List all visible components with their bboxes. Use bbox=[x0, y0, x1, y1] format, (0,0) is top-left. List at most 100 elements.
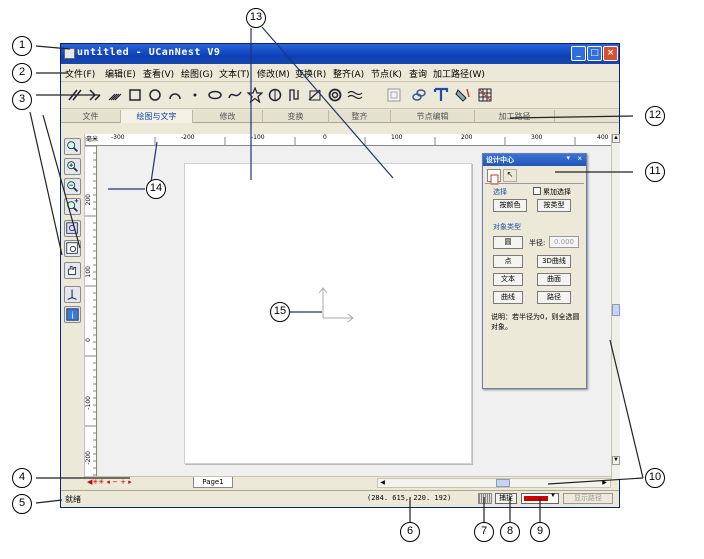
menu-draw[interactable]: 绘图(G) bbox=[181, 67, 213, 80]
menu-edit[interactable]: 编辑(E) bbox=[105, 67, 136, 80]
show-path-button[interactable]: 显示路径 bbox=[563, 493, 613, 504]
menu-align[interactable]: 整齐(A) bbox=[333, 67, 364, 80]
callout-15: 15 bbox=[270, 302, 290, 322]
path-type-button[interactable]: 路径 bbox=[537, 291, 571, 304]
tab-machining-path[interactable]: 加工路径 bbox=[475, 110, 555, 123]
zoom-page-icon[interactable] bbox=[64, 240, 81, 257]
multi-line-icon[interactable] bbox=[107, 87, 123, 103]
design-center-panel: 设计中心 ▾ × ↖ 选择 累加选择 按颜色 按类型 对象类型 圆 半径: 0.… bbox=[482, 153, 587, 389]
pointer-tab-icon[interactable]: ↖ bbox=[503, 169, 517, 182]
spiral2-icon[interactable] bbox=[327, 87, 343, 103]
menu-node[interactable]: 节点(K) bbox=[371, 67, 402, 80]
curve-icon[interactable] bbox=[227, 87, 243, 103]
scroll-down-icon[interactable]: ▼ bbox=[612, 456, 620, 465]
tab-node-edit[interactable]: 节点编辑 bbox=[391, 110, 475, 123]
grid-icon[interactable] bbox=[477, 87, 493, 103]
ruler-label: 300 bbox=[531, 134, 543, 141]
zoom-fit-icon[interactable] bbox=[64, 220, 81, 237]
text-tool-icon[interactable] bbox=[433, 87, 449, 103]
minimize-button[interactable]: _ bbox=[571, 46, 586, 61]
menu-view[interactable]: 查看(V) bbox=[143, 67, 174, 80]
page-sheet[interactable] bbox=[184, 163, 472, 464]
page-nav-icons[interactable]: ◀✳✳ ◂ − + ▸ bbox=[87, 478, 132, 486]
panel-close-icon[interactable]: × bbox=[577, 154, 582, 163]
color-dropdown[interactable]: ▼ bbox=[521, 493, 559, 504]
zoom-plus-icon[interactable] bbox=[64, 198, 81, 215]
maximize-button[interactable]: □ bbox=[587, 46, 602, 61]
tab-modify[interactable]: 修改 bbox=[193, 110, 263, 123]
ellipse-icon[interactable] bbox=[207, 87, 223, 103]
horizontal-scrollbar[interactable]: ◀ ▶ bbox=[377, 478, 611, 488]
add-select-label: 累加选择 bbox=[543, 188, 571, 196]
title-bar[interactable]: untitled - UCanNest V9 _ □ × bbox=[61, 44, 619, 64]
status-ready: 就绪 bbox=[65, 495, 81, 504]
arc-tool-icon[interactable] bbox=[87, 87, 103, 103]
view-toolbar: i bbox=[61, 134, 85, 479]
point-icon[interactable] bbox=[187, 87, 203, 103]
menu-transform[interactable]: 变换(R) bbox=[295, 67, 326, 80]
scroll-right-icon[interactable]: ▶ bbox=[600, 479, 609, 487]
status-bar: 就绪 (284. 615, 220. 192) 捕捉 ▼ 显示路径 bbox=[61, 490, 619, 506]
vertical-scrollbar[interactable]: ▲ ▼ bbox=[611, 134, 620, 479]
link-icon[interactable] bbox=[411, 87, 427, 103]
text-type-button[interactable]: 文本 bbox=[493, 273, 523, 286]
window-title: untitled - UCanNest V9 bbox=[77, 47, 221, 58]
frame-icon[interactable] bbox=[386, 87, 402, 103]
callout-6: 6 bbox=[400, 522, 420, 542]
ruler-label: 0 bbox=[85, 338, 92, 342]
menu-modify[interactable]: 修改(M) bbox=[257, 67, 290, 80]
tab-file[interactable]: 文件 bbox=[61, 110, 121, 123]
fill-icon[interactable] bbox=[455, 87, 471, 103]
callout-8: 8 bbox=[500, 522, 520, 542]
scroll-left-icon[interactable]: ◀ bbox=[378, 479, 387, 487]
menu-machining-path[interactable]: 加工路径(W) bbox=[433, 67, 485, 80]
menu-query[interactable]: 查询 bbox=[409, 67, 427, 80]
zoom-window-icon[interactable] bbox=[64, 138, 81, 155]
ruler-label: 200 bbox=[461, 134, 473, 141]
callout-9: 9 bbox=[530, 522, 550, 542]
close-button[interactable]: × bbox=[603, 46, 618, 61]
scroll-up-icon[interactable]: ▲ bbox=[612, 134, 620, 143]
add-select-checkbox[interactable] bbox=[533, 187, 541, 195]
arc-icon[interactable] bbox=[167, 87, 183, 103]
radius-input[interactable]: 0.000 bbox=[549, 236, 579, 248]
snap-button[interactable]: 捕捉 bbox=[495, 493, 517, 504]
origin-icon[interactable] bbox=[64, 286, 81, 303]
info-icon[interactable]: i bbox=[64, 306, 81, 323]
tab-align[interactable]: 整齐 bbox=[329, 110, 391, 123]
curve3d-type-button[interactable]: 3D曲线 bbox=[537, 255, 571, 268]
panel-title-text: 设计中心 bbox=[486, 156, 514, 164]
bezier-icon[interactable] bbox=[307, 87, 323, 103]
pan-hand-icon[interactable] bbox=[64, 262, 81, 279]
ruler-label: -100 bbox=[85, 396, 92, 410]
spiral-icon[interactable] bbox=[287, 87, 303, 103]
vertical-scroll-thumb[interactable] bbox=[612, 304, 620, 316]
menu-file[interactable]: 文件(F) bbox=[65, 67, 95, 80]
by-type-button[interactable]: 按类型 bbox=[537, 199, 571, 212]
grid-toggle-icon[interactable] bbox=[478, 493, 492, 504]
callout-14: 14 bbox=[146, 179, 166, 199]
panel-menu-icon[interactable]: ▾ bbox=[566, 154, 570, 162]
tab-draw-text[interactable]: 绘图与文字 bbox=[121, 110, 193, 123]
line-tool-icon[interactable] bbox=[67, 87, 83, 103]
star-icon[interactable] bbox=[247, 87, 263, 103]
tab-transform[interactable]: 变换 bbox=[263, 110, 329, 123]
horizontal-scroll-thumb[interactable] bbox=[496, 479, 510, 487]
curve-type-button[interactable]: 曲线 bbox=[493, 291, 523, 304]
callout-4: 4 bbox=[12, 468, 32, 488]
rectangle-icon[interactable] bbox=[127, 87, 143, 103]
circle-type-button[interactable]: 圆 bbox=[493, 236, 523, 249]
menu-text[interactable]: 文本(T) bbox=[219, 67, 250, 80]
polygon-icon[interactable] bbox=[267, 87, 283, 103]
zoom-in-icon[interactable] bbox=[64, 158, 81, 175]
coordinates-readout: (284. 615, 220. 192) bbox=[367, 494, 452, 502]
wave-icon[interactable] bbox=[347, 87, 363, 103]
select-tab-icon[interactable] bbox=[487, 169, 501, 185]
point-type-button[interactable]: 点 bbox=[493, 255, 523, 268]
circle-icon[interactable] bbox=[147, 87, 163, 103]
surface-type-button[interactable]: 曲面 bbox=[537, 273, 571, 286]
by-color-button[interactable]: 按颜色 bbox=[493, 199, 527, 212]
zoom-out-icon[interactable] bbox=[64, 178, 81, 195]
ruler-label: 100 bbox=[85, 266, 92, 278]
page-tab[interactable]: Page1 bbox=[193, 477, 233, 488]
